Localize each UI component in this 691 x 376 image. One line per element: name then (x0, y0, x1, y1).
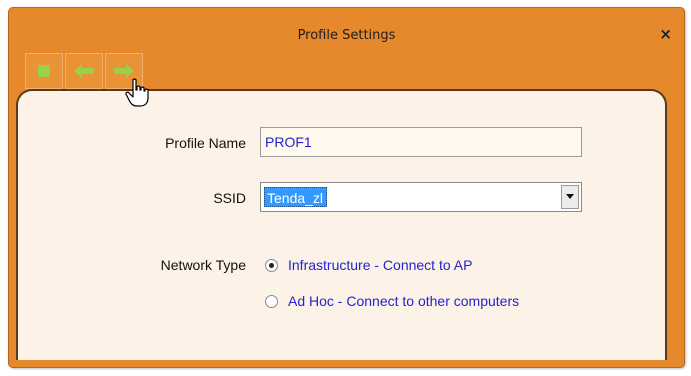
forward-button[interactable] (105, 53, 143, 89)
close-button[interactable]: × (659, 25, 672, 43)
adhoc-radio-option[interactable]: Ad Hoc - Connect to other computers (265, 292, 519, 310)
chevron-down-icon (566, 194, 574, 199)
network-type-label: Network Type (160, 257, 246, 273)
profile-name-field[interactable]: PROF1 (260, 127, 582, 157)
stop-button[interactable] (25, 53, 63, 89)
ssid-label: SSID (213, 190, 246, 206)
toolbar (25, 53, 143, 89)
screen-background: Profile Settings × Profile Name PROF1 SS… (0, 0, 691, 376)
profile-name-label: Profile Name (165, 135, 246, 151)
adhoc-radio-button[interactable] (265, 294, 278, 308)
arrow-right-icon (114, 64, 134, 78)
green-square-icon (38, 65, 50, 77)
infrastructure-radio-button[interactable] (265, 258, 278, 272)
dialog-title: Profile Settings (297, 28, 396, 43)
arrow-left-icon (74, 64, 94, 78)
radio-selected-dot (269, 262, 274, 268)
ssid-selected-value: Tenda_zl (264, 187, 328, 207)
back-button[interactable] (65, 53, 103, 89)
infrastructure-radio-option[interactable]: Infrastructure - Connect to AP (265, 256, 472, 274)
ssid-dropdown-button[interactable] (561, 185, 579, 209)
ssid-select[interactable]: Tenda_zl (260, 182, 582, 212)
adhoc-label: Ad Hoc - Connect to other computers (288, 293, 520, 309)
infrastructure-label: Infrastructure - Connect to AP (288, 257, 473, 273)
